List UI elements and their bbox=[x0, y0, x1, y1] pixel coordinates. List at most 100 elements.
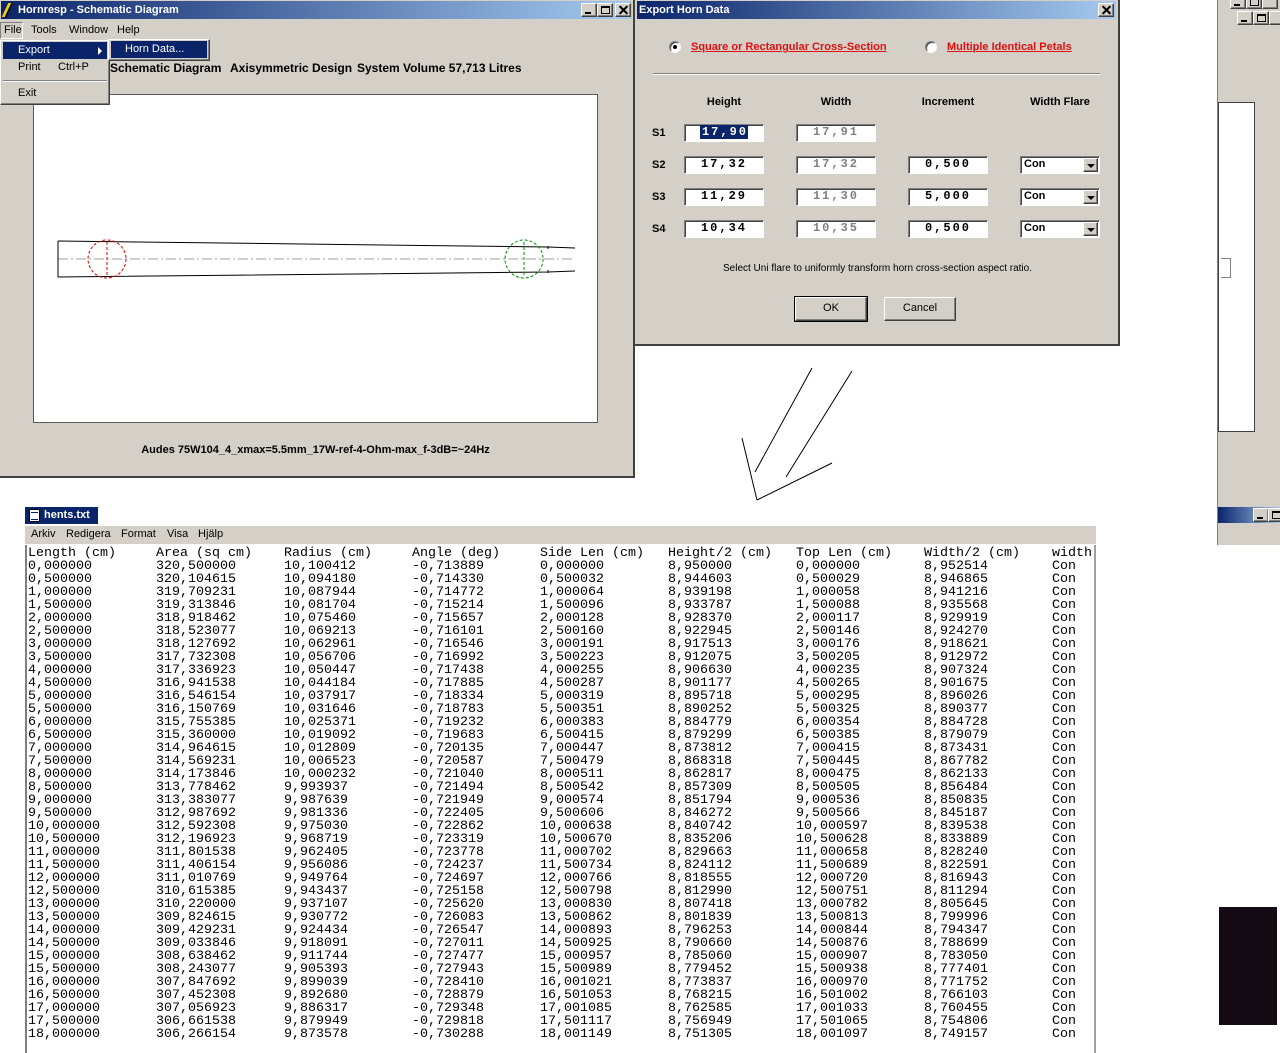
s2-height-field[interactable]: 17,32 bbox=[684, 156, 764, 174]
s2-increment-field[interactable]: 0,500 bbox=[908, 156, 988, 174]
length-cell: 18,000000 bbox=[28, 1027, 100, 1042]
system-volume-label: System Volume 57,713 Litres bbox=[357, 61, 522, 75]
schematic-panel bbox=[33, 94, 598, 423]
maximize-button[interactable] bbox=[1268, 508, 1280, 522]
menu-help[interactable]: Help bbox=[117, 24, 140, 36]
file-menu-print-shortcut: Ctrl+P bbox=[58, 61, 89, 73]
chevron-down-icon bbox=[1087, 164, 1095, 168]
radio-rectangular-section-label[interactable]: Square or Rectangular Cross-Section bbox=[691, 41, 887, 53]
maximize-icon bbox=[1250, 0, 1259, 6]
s4-height-field[interactable]: 10,34 bbox=[684, 220, 764, 238]
export-submenu: Horn Data... bbox=[108, 39, 210, 61]
s2-height-value: 17,32 bbox=[700, 157, 747, 171]
horn-bottom-wall bbox=[57, 270, 576, 278]
minimize-icon bbox=[1257, 517, 1263, 519]
minimize-button[interactable] bbox=[581, 3, 597, 17]
export-horn-data[interactable]: Horn Data... bbox=[111, 41, 207, 58]
menu-format[interactable]: Format bbox=[121, 528, 156, 540]
file-menu-exit-label: Exit bbox=[18, 87, 37, 99]
s3-height-field[interactable]: 11,29 bbox=[684, 188, 764, 206]
menu-visa[interactable]: Visa bbox=[167, 528, 188, 540]
hornresp-title-bar[interactable]: Hornresp - Schematic Diagram bbox=[1, 1, 632, 19]
menu-redigera[interactable]: Redigera bbox=[66, 528, 111, 540]
maximize-button[interactable] bbox=[597, 3, 613, 17]
maximize-button[interactable] bbox=[1253, 11, 1269, 25]
s1-width-value: 17,91 bbox=[812, 125, 859, 139]
cancel-button[interactable]: Cancel bbox=[884, 297, 956, 321]
minimize-button[interactable] bbox=[1230, 0, 1246, 9]
menu-file-label: File bbox=[4, 24, 22, 36]
s1-width-field: 17,91 bbox=[796, 124, 876, 142]
file-menu-export[interactable]: Export bbox=[3, 42, 107, 59]
s4-width-field: 10,35 bbox=[796, 220, 876, 238]
menu-separator bbox=[3, 80, 107, 82]
text-file-content[interactable]: Length (cm) Area (sq cm) Radius (cm) Angle … bbox=[25, 545, 1096, 1053]
menu-hjalp[interactable]: Hjälp bbox=[198, 528, 223, 540]
file-menu-export-label: Export bbox=[18, 44, 50, 56]
horn-data-table: Length (cm) Area (sq cm) Radius (cm) Angle … bbox=[28, 547, 1094, 1047]
radio-rectangular-section[interactable] bbox=[669, 41, 681, 53]
segment-label: S3 bbox=[652, 191, 666, 203]
close-button[interactable] bbox=[615, 3, 631, 17]
close-icon bbox=[618, 5, 629, 15]
close-button[interactable] bbox=[1269, 11, 1280, 25]
file-menu-print[interactable]: Print Ctrl+P bbox=[3, 59, 107, 76]
menu-file[interactable]: File bbox=[0, 22, 23, 39]
export-horn-data-label: Horn Data... bbox=[125, 43, 185, 55]
segment-label: S4 bbox=[652, 223, 666, 235]
ok-button[interactable]: OK bbox=[794, 296, 868, 322]
s3-width-flare-dropdown-button[interactable] bbox=[1083, 190, 1098, 204]
s3-width-flare-select[interactable]: Con bbox=[1020, 188, 1100, 206]
arrow-head-right bbox=[756, 462, 833, 501]
column-height-header: Height bbox=[706, 96, 742, 108]
background-window-canvas bbox=[1218, 102, 1255, 432]
s1-height-field[interactable]: 17,90 bbox=[684, 124, 764, 142]
file-menu-print-label: Print bbox=[18, 61, 41, 73]
s4-width-flare-value: Con bbox=[1024, 222, 1046, 234]
chevron-down-icon bbox=[1087, 228, 1095, 232]
radio-multiple-petals[interactable] bbox=[925, 41, 937, 53]
s2-width-flare-dropdown-button[interactable] bbox=[1083, 158, 1098, 172]
close-button[interactable] bbox=[1262, 0, 1278, 9]
radio-multiple-petals-label[interactable]: Multiple Identical Petals bbox=[947, 41, 1072, 53]
s3-width-value: 11,30 bbox=[812, 189, 859, 203]
hornresp-window: Hornresp - Schematic Diagram File Tools … bbox=[0, 0, 635, 478]
top-length-cell: 18,001097 bbox=[796, 1027, 868, 1042]
s4-height-value: 10,34 bbox=[700, 221, 747, 235]
maximize-button[interactable] bbox=[1246, 0, 1262, 9]
menu-arkiv[interactable]: Arkiv bbox=[31, 528, 55, 540]
minimize-icon bbox=[585, 12, 591, 14]
table-row: 18,000000 306,266154 9,873578 -0,730288 18,0… bbox=[28, 1028, 1094, 1041]
column-increment-header: Increment bbox=[921, 96, 975, 108]
dialog-close-button[interactable] bbox=[1098, 3, 1114, 17]
s4-width-flare-select[interactable]: Con bbox=[1020, 220, 1100, 238]
background-window-edge bbox=[1217, 0, 1280, 545]
text-file-title-bar[interactable]: hents.txt bbox=[25, 507, 98, 524]
minimize-icon bbox=[1241, 20, 1247, 22]
s4-increment-field[interactable]: 0,500 bbox=[908, 220, 988, 238]
dialog-title-bar[interactable]: Export Horn Data bbox=[637, 1, 1116, 19]
drawing-mark bbox=[1230, 258, 1231, 278]
minimize-button[interactable] bbox=[1237, 11, 1253, 25]
dialog-separator bbox=[653, 73, 1100, 75]
s2-width-flare-value: Con bbox=[1024, 158, 1046, 170]
file-menu-exit[interactable]: Exit bbox=[3, 85, 107, 102]
horn-schematic bbox=[57, 239, 576, 279]
s4-increment-value: 0,500 bbox=[924, 221, 971, 235]
arrow-stroke bbox=[754, 367, 813, 473]
design-label: Axisymmetric Design bbox=[230, 61, 353, 75]
s2-width-value: 17,32 bbox=[812, 157, 859, 171]
radio-selected-dot bbox=[673, 45, 677, 49]
export-horn-data-dialog: Export Horn Data Square or Rectangular C… bbox=[635, 0, 1120, 346]
column-width-flare-header: Width Flare bbox=[1030, 96, 1090, 108]
menu-window[interactable]: Window bbox=[69, 24, 108, 36]
s3-increment-field[interactable]: 5,000 bbox=[908, 188, 988, 206]
maximize-icon bbox=[1257, 14, 1266, 22]
s4-width-flare-dropdown-button[interactable] bbox=[1083, 222, 1098, 236]
minimize-button[interactable] bbox=[1253, 508, 1269, 522]
s3-width-flare-value: Con bbox=[1024, 190, 1046, 202]
s2-width-flare-select[interactable]: Con bbox=[1020, 156, 1100, 174]
chevron-down-icon bbox=[1087, 196, 1095, 200]
menu-tools[interactable]: Tools bbox=[31, 24, 57, 36]
text-file-window: hents.txt Arkiv Redigera Format Visa Hjä… bbox=[25, 507, 1096, 1053]
